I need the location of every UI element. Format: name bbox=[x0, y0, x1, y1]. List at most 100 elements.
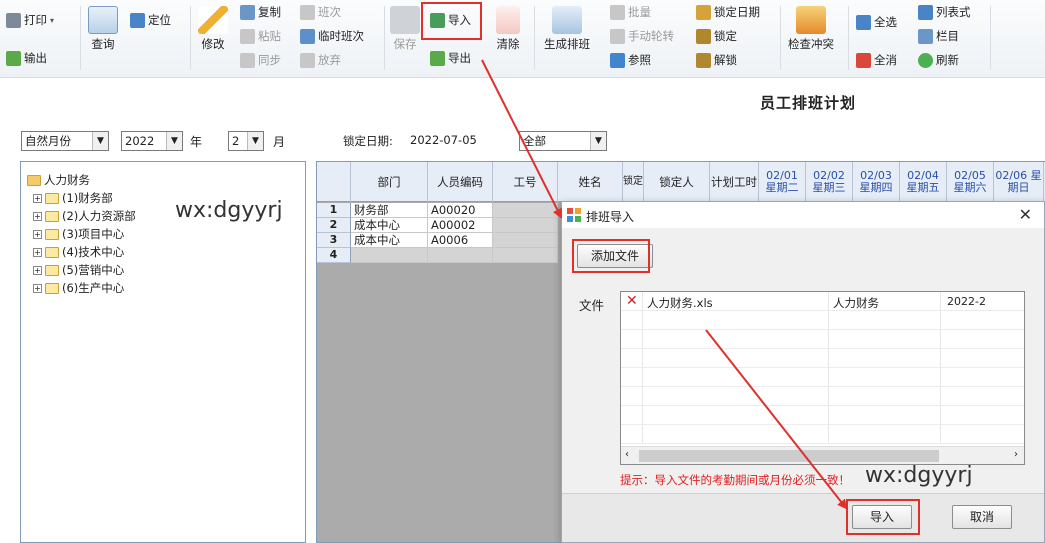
tree-node-hr[interactable]: + (2)人力资源部 bbox=[33, 208, 136, 224]
file-list[interactable]: ✕ 人力财务.xls 人力财务 2022-2 ‹ › bbox=[620, 291, 1025, 465]
locate-button[interactable]: 定位 bbox=[130, 12, 171, 28]
col-header[interactable]: 部门 bbox=[351, 162, 428, 202]
dept-cell[interactable] bbox=[351, 248, 428, 263]
col-header[interactable]: 工号 bbox=[493, 162, 558, 202]
import-confirm-highlight bbox=[846, 499, 920, 535]
tree-root[interactable]: 人力财务 bbox=[27, 172, 90, 188]
dept-cell[interactable]: 财务部 bbox=[351, 203, 428, 218]
generate-schedule-button[interactable]: 生成排班 bbox=[544, 6, 590, 52]
close-icon[interactable]: ✕ bbox=[1019, 205, 1032, 224]
col-header[interactable]: 锁定人 bbox=[644, 162, 710, 202]
year-select[interactable]: 2022 ▼ bbox=[121, 131, 183, 151]
watermark: wx:dgyyrj bbox=[865, 463, 973, 488]
shift-button[interactable]: 班次 bbox=[300, 4, 341, 20]
refresh-button[interactable]: 刷新 bbox=[918, 52, 959, 68]
lock-button[interactable]: 锁定 bbox=[696, 28, 737, 44]
scroll-thumb[interactable] bbox=[639, 450, 939, 462]
period-type-select[interactable]: 自然月份 ▼ bbox=[21, 131, 109, 151]
dialog-footer: 导入 取消 bbox=[562, 493, 1044, 542]
col-header-date[interactable]: 02/06 星期日 bbox=[994, 162, 1044, 202]
dialog-titlebar[interactable]: 排班导入 ✕ bbox=[562, 202, 1044, 228]
code-cell[interactable]: A0006 bbox=[428, 233, 493, 248]
jobno-cell[interactable] bbox=[493, 218, 558, 233]
chevron-down-icon: ▼ bbox=[166, 132, 182, 150]
jobno-cell[interactable] bbox=[493, 203, 558, 218]
scope-select[interactable]: 全部 ▼ bbox=[519, 131, 607, 151]
printer-icon bbox=[6, 12, 21, 28]
jobno-cell[interactable] bbox=[493, 248, 558, 263]
shift-icon bbox=[300, 4, 315, 20]
col-header-date[interactable]: 02/04 星期五 bbox=[900, 162, 947, 202]
save-button[interactable]: 保存 bbox=[390, 6, 420, 52]
remove-file-icon[interactable]: ✕ bbox=[626, 293, 638, 309]
code-cell[interactable]: A00020 bbox=[428, 203, 493, 218]
col-header-date[interactable]: 02/05 星期六 bbox=[947, 162, 994, 202]
expand-icon: + bbox=[33, 193, 42, 203]
toolbar: 打印 ▾ 输出 查询 定位 修改 复制 粘贴 同步 班次 临时班次 放弃 保存 … bbox=[0, 0, 1045, 78]
floppy-disk-icon bbox=[390, 6, 420, 34]
folder-icon bbox=[45, 282, 59, 294]
cancel-button[interactable]: 取消 bbox=[952, 505, 1012, 529]
jobno-cell[interactable] bbox=[493, 233, 558, 248]
code-cell[interactable] bbox=[428, 248, 493, 263]
reference-button[interactable]: 参照 bbox=[610, 52, 651, 68]
add-file-highlight bbox=[572, 239, 650, 273]
export-button[interactable]: 导出 bbox=[430, 50, 471, 66]
dept-cell[interactable]: 成本中心 bbox=[351, 233, 428, 248]
select-all-button[interactable]: 全选 bbox=[856, 14, 897, 30]
col-header-date[interactable]: 02/01 星期二 bbox=[759, 162, 806, 202]
file-period: 2022-2 bbox=[947, 295, 986, 308]
modify-button[interactable]: 修改 bbox=[198, 6, 228, 52]
copy-button[interactable]: 复制 bbox=[240, 4, 281, 20]
print-button[interactable]: 打印 ▾ bbox=[6, 12, 54, 28]
folder-icon bbox=[45, 192, 59, 204]
list-view-button[interactable]: 列表式 bbox=[918, 4, 971, 20]
output-icon bbox=[6, 50, 21, 66]
refresh-icon bbox=[918, 52, 933, 68]
scroll-left-icon[interactable]: ‹ bbox=[625, 449, 629, 460]
row-number: 2 bbox=[317, 218, 351, 233]
dept-cell[interactable]: 成本中心 bbox=[351, 218, 428, 233]
col-header-date[interactable]: 02/02 星期三 bbox=[806, 162, 853, 202]
manual-rotate-button[interactable]: 手动轮转 bbox=[610, 28, 674, 44]
query-button[interactable]: 查询 bbox=[88, 6, 118, 52]
horizontal-scrollbar[interactable]: ‹ › bbox=[621, 446, 1024, 464]
tree-node-marketing[interactable]: + (5)营销中心 bbox=[33, 262, 124, 278]
app-icon bbox=[567, 208, 581, 222]
output-button[interactable]: 输出 bbox=[6, 50, 47, 66]
magnifier-icon bbox=[88, 6, 118, 34]
lock-date-button[interactable]: 锁定日期 bbox=[696, 4, 760, 20]
file-row[interactable]: ✕ 人力财务.xls 人力财务 2022-2 bbox=[621, 292, 1024, 311]
col-header[interactable]: 计划工时 bbox=[710, 162, 759, 202]
tree-node-project[interactable]: + (3)项目中心 bbox=[33, 226, 124, 242]
unlock-button[interactable]: 解锁 bbox=[696, 52, 737, 68]
expand-icon: + bbox=[33, 229, 42, 239]
col-header[interactable]: 锁定 bbox=[623, 162, 644, 202]
col-header[interactable]: 人员编码 bbox=[428, 162, 493, 202]
page-title: 员工排班计划 bbox=[760, 94, 857, 112]
paste-button[interactable]: 粘贴 bbox=[240, 28, 281, 44]
deselect-all-button[interactable]: 全消 bbox=[856, 52, 897, 68]
check-conflict-button[interactable]: 检查冲突 bbox=[788, 6, 834, 52]
rotate-icon bbox=[610, 28, 625, 44]
folder-icon bbox=[45, 210, 59, 222]
col-header-date[interactable]: 02/03 星期四 bbox=[853, 162, 900, 202]
clear-button[interactable]: 清除 bbox=[496, 6, 520, 52]
reference-icon bbox=[610, 52, 625, 68]
col-header[interactable]: 姓名 bbox=[558, 162, 623, 202]
columns-button[interactable]: 栏目 bbox=[918, 28, 959, 44]
file-company: 人力财务 bbox=[833, 296, 879, 310]
sync-button[interactable]: 同步 bbox=[240, 52, 281, 68]
discard-icon bbox=[300, 52, 315, 68]
month-select[interactable]: 2 ▼ bbox=[228, 131, 264, 151]
tree-node-production[interactable]: + (6)生产中心 bbox=[33, 280, 124, 296]
check-conflict-icon bbox=[796, 6, 826, 34]
temp-shift-button[interactable]: 临时班次 bbox=[300, 28, 364, 44]
code-cell[interactable]: A00002 bbox=[428, 218, 493, 233]
tree-node-finance[interactable]: + (1)财务部 bbox=[33, 190, 113, 206]
generate-icon bbox=[552, 6, 582, 34]
batch-button[interactable]: 批量 bbox=[610, 4, 651, 20]
discard-button[interactable]: 放弃 bbox=[300, 52, 341, 68]
scroll-right-icon[interactable]: › bbox=[1014, 449, 1018, 460]
tree-node-tech[interactable]: + (4)技术中心 bbox=[33, 244, 124, 260]
